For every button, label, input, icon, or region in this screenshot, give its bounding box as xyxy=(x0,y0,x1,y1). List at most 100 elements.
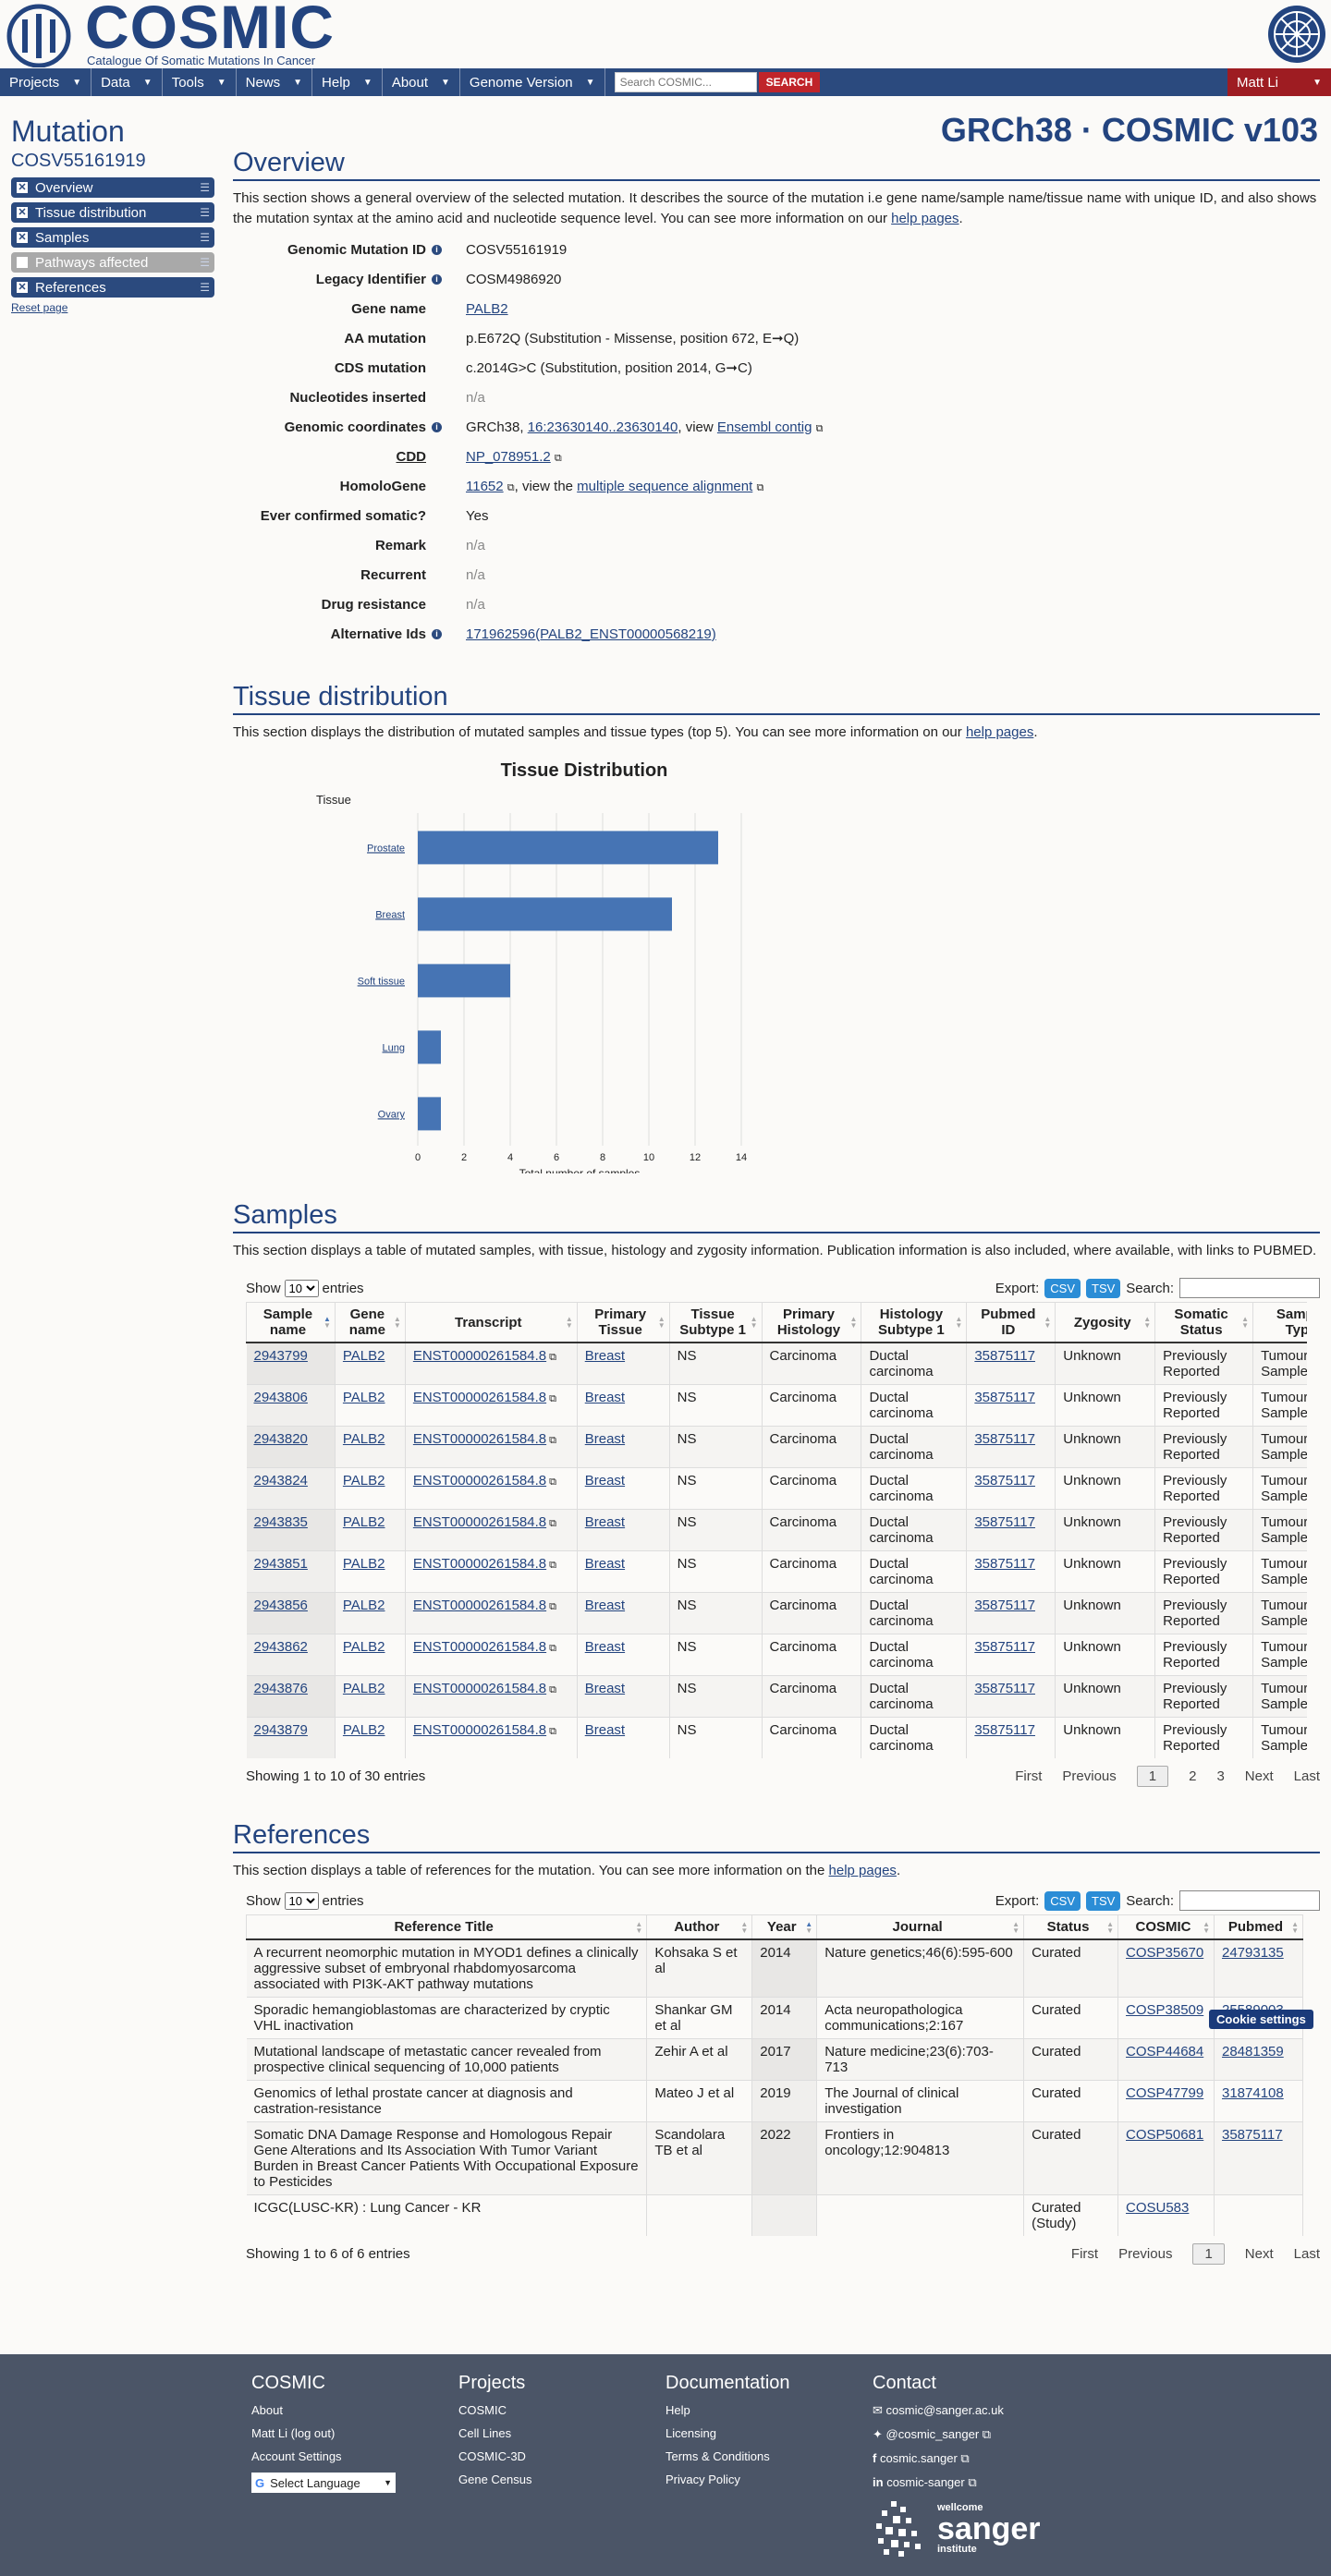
nav-news[interactable]: News ▼ xyxy=(237,68,313,96)
drag-handle-icon[interactable]: ☰ xyxy=(200,207,210,218)
column-header[interactable]: Tissue Subtype 1 ▲ ▼ xyxy=(668,1302,763,1343)
nav-projects[interactable]: Projects ▼ xyxy=(0,68,92,96)
language-select[interactable]: G Select Language ▼ xyxy=(251,2473,396,2493)
cdd-link[interactable]: NP_078951.2 xyxy=(466,449,551,465)
column-header[interactable]: Histology Subtype 1 ▲ ▼ xyxy=(861,1302,968,1343)
footer-link-cell-lines[interactable]: Cell Lines xyxy=(458,2426,532,2440)
bar-lung[interactable] xyxy=(418,1030,441,1064)
cell-link[interactable]: 2943799 xyxy=(254,1348,308,1364)
ensembl-contig-link[interactable]: Ensembl contig xyxy=(717,419,812,435)
samples-search-input[interactable] xyxy=(1179,1278,1320,1298)
footer-link-licensing[interactable]: Licensing xyxy=(666,2426,790,2440)
sidebar-item-references[interactable]: ✕ References ☰ xyxy=(11,277,214,298)
pager-item[interactable]: Next xyxy=(1245,2246,1274,2262)
footer-link-gene-census[interactable]: Gene Census xyxy=(458,2473,532,2486)
pager-item[interactable]: 3 xyxy=(1216,1768,1224,1784)
column-header[interactable]: Author ▲ ▼ xyxy=(646,1914,753,1940)
drag-handle-icon[interactable]: ☰ xyxy=(200,182,210,193)
footer-link-help[interactable]: Help xyxy=(666,2403,790,2417)
cell-link[interactable]: 35875117 xyxy=(1222,2127,1283,2143)
info-icon[interactable]: i xyxy=(432,628,442,639)
pager-item[interactable]: First xyxy=(1071,2246,1098,2262)
cell-link[interactable]: 2943806 xyxy=(254,1390,308,1405)
cell-link[interactable]: 2943824 xyxy=(254,1473,308,1488)
nav-genome-version[interactable]: Genome Version ▼ xyxy=(460,68,605,96)
bar-breast[interactable] xyxy=(418,897,672,931)
cell-link[interactable]: ENST00000261584.8 xyxy=(413,1681,546,1696)
coordinates-link[interactable]: 16:23630140..23630140 xyxy=(528,419,678,435)
cell-link[interactable]: COSP47799 xyxy=(1126,2085,1203,2101)
cell-link[interactable]: 35875117 xyxy=(974,1722,1035,1738)
column-header[interactable]: Pubmed ▲ ▼ xyxy=(1213,1914,1304,1940)
footer-link-about[interactable]: About xyxy=(251,2403,396,2417)
sidebar-item-pathways[interactable]: Pathways affected ☰ xyxy=(11,252,214,273)
pager-item[interactable]: Last xyxy=(1294,1768,1320,1784)
y-tick-label[interactable]: Breast xyxy=(375,909,405,920)
column-header[interactable]: Primary Tissue ▲ ▼ xyxy=(576,1302,670,1343)
cell-link[interactable]: 2943851 xyxy=(254,1556,308,1572)
cell-link[interactable]: 35875117 xyxy=(974,1556,1035,1572)
references-csv-button[interactable]: CSV xyxy=(1044,1890,1081,1911)
checkbox-checked-icon[interactable]: ✕ xyxy=(17,282,28,293)
checkbox-unchecked-icon[interactable] xyxy=(17,257,28,268)
user-menu[interactable]: Matt Li ▼ xyxy=(1227,68,1331,96)
footer-link-linkedin[interactable]: in cosmic-sanger ⧉ xyxy=(873,2475,1041,2490)
nav-about[interactable]: About ▼ xyxy=(383,68,460,96)
column-header[interactable]: Primary Histology ▲ ▼ xyxy=(761,1302,862,1343)
homologene-link[interactable]: 11652 xyxy=(466,479,504,494)
cell-link[interactable]: 24793135 xyxy=(1222,1945,1284,1961)
cell-link[interactable]: PALB2 xyxy=(343,1473,385,1488)
cell-link[interactable]: PALB2 xyxy=(343,1639,385,1655)
help-pages-link[interactable]: help pages xyxy=(829,1863,897,1878)
footer-link-facebook[interactable]: f cosmic.sanger ⧉ xyxy=(873,2451,1041,2466)
cell-link[interactable]: PALB2 xyxy=(343,1514,385,1530)
cell-link[interactable]: Breast xyxy=(585,1639,625,1655)
cell-link[interactable]: PALB2 xyxy=(343,1390,385,1405)
cell-link[interactable]: ENST00000261584.8 xyxy=(413,1431,546,1447)
column-header[interactable]: Year ▲ ▼ xyxy=(751,1914,818,1940)
checkbox-checked-icon[interactable]: ✕ xyxy=(17,182,28,193)
cell-link[interactable]: Breast xyxy=(585,1556,625,1572)
pager-item[interactable]: Next xyxy=(1245,1768,1274,1784)
drag-handle-icon[interactable]: ☰ xyxy=(200,282,210,293)
drag-handle-icon[interactable]: ☰ xyxy=(200,257,210,268)
references-page-length-select[interactable]: 10 xyxy=(284,1891,319,1910)
cell-link[interactable]: 35875117 xyxy=(974,1514,1035,1530)
sidebar-item-tissue[interactable]: ✕ Tissue distribution ☰ xyxy=(11,202,214,223)
nav-tools[interactable]: Tools ▼ xyxy=(163,68,237,96)
cell-link[interactable]: 35875117 xyxy=(974,1598,1035,1613)
cell-link[interactable]: COSU583 xyxy=(1126,2200,1189,2216)
cell-link[interactable]: 31874108 xyxy=(1222,2085,1284,2101)
footer-link-cosmic[interactable]: COSMIC xyxy=(458,2403,532,2417)
cell-link[interactable]: Breast xyxy=(585,1598,625,1613)
cell-link[interactable]: Breast xyxy=(585,1681,625,1696)
cell-link[interactable]: PALB2 xyxy=(343,1722,385,1738)
pager-item[interactable]: 2 xyxy=(1189,1768,1196,1784)
cell-link[interactable]: 35875117 xyxy=(974,1681,1035,1696)
checkbox-checked-icon[interactable]: ✕ xyxy=(17,207,28,218)
help-pages-link[interactable]: help pages xyxy=(966,724,1033,740)
cell-link[interactable]: COSP35670 xyxy=(1126,1945,1203,1961)
cell-link[interactable]: PALB2 xyxy=(343,1598,385,1613)
bar-prostate[interactable] xyxy=(418,831,718,865)
cell-link[interactable]: COSP50681 xyxy=(1126,2127,1203,2143)
bar-soft-tissue[interactable] xyxy=(418,964,510,998)
cosmic-logo[interactable]: COSMIC Catalogue Of Somatic Mutations In… xyxy=(2,0,335,67)
cell-link[interactable]: ENST00000261584.8 xyxy=(413,1390,546,1405)
msa-link[interactable]: multiple sequence alignment xyxy=(577,479,752,494)
nav-help[interactable]: Help ▼ xyxy=(312,68,383,96)
column-header[interactable]: Somatic Status ▲ ▼ xyxy=(1154,1302,1254,1343)
alternative-id-link[interactable]: 171962596(PALB2_ENST00000568219) xyxy=(466,626,716,642)
cell-link[interactable]: PALB2 xyxy=(343,1681,385,1696)
cell-link[interactable]: 2943856 xyxy=(254,1598,308,1613)
cell-link[interactable]: COSP44684 xyxy=(1126,2044,1203,2060)
search-input[interactable] xyxy=(614,72,757,92)
cell-link[interactable]: Breast xyxy=(585,1431,625,1447)
column-header[interactable]: Transcript ▲ ▼ xyxy=(404,1302,578,1343)
nav-data[interactable]: Data ▼ xyxy=(92,68,163,96)
footer-link-twitter[interactable]: ✦ @cosmic_sanger ⧉ xyxy=(873,2427,1041,2442)
footer-link-logout[interactable]: Matt Li (log out) xyxy=(251,2426,396,2440)
cell-link[interactable]: 35875117 xyxy=(974,1639,1035,1655)
help-pages-link[interactable]: help pages xyxy=(891,211,959,226)
samples-page-length-select[interactable]: 10 xyxy=(284,1279,319,1297)
